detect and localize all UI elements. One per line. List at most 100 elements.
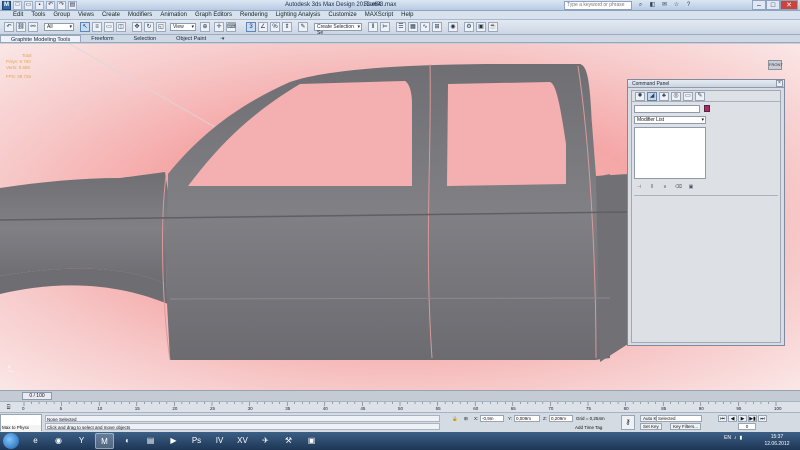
select-scale-icon[interactable]: ◱ bbox=[156, 22, 166, 32]
menu-tools[interactable]: Tools bbox=[27, 11, 49, 19]
maxscript-listener[interactable]: Max to Physx bbox=[0, 414, 42, 432]
viewcube[interactable]: FRONT bbox=[768, 60, 783, 70]
edit-named-selection-icon[interactable]: ✎ bbox=[298, 22, 308, 32]
render-setup-icon[interactable]: ⚙ bbox=[464, 22, 474, 32]
remove-modifier-icon[interactable]: ⌫ bbox=[675, 184, 682, 190]
tool-icon[interactable]: ⚒ bbox=[279, 433, 298, 449]
trackbar[interactable]: ⌸ 0 5 10 15 20 25 30 35 40 45 50 55 60 65 70 75 80 85 90 95… bbox=[0, 401, 800, 413]
add-time-tag-button[interactable]: Add Time Tag bbox=[575, 424, 602, 431]
play-icon[interactable]: ▶ bbox=[738, 415, 747, 422]
link-icon[interactable]: ⛓ bbox=[16, 22, 26, 32]
subscription-icon[interactable]: ◧ bbox=[648, 1, 657, 10]
select-move-icon[interactable]: ✥ bbox=[132, 22, 142, 32]
close-icon[interactable]: ✕ bbox=[780, 0, 798, 10]
start-button[interactable] bbox=[3, 433, 19, 449]
modifier-list-dropdown[interactable]: Modifier List bbox=[634, 116, 706, 124]
absolute-mode-icon[interactable]: ⊞ bbox=[464, 415, 468, 422]
app-menu-icon[interactable]: M bbox=[2, 1, 11, 10]
close-icon[interactable]: × bbox=[776, 80, 783, 87]
binoculars-icon[interactable]: ⌕ bbox=[636, 1, 645, 10]
named-selection-dropdown[interactable]: Create Selection Se bbox=[314, 23, 362, 36]
object-name-field[interactable] bbox=[634, 105, 700, 113]
layer-manager-icon[interactable]: ☰ bbox=[396, 22, 406, 32]
configure-sets-icon[interactable]: ▣ bbox=[688, 184, 694, 190]
communication-icon[interactable]: ✉ bbox=[660, 1, 669, 10]
help-icon[interactable]: ? bbox=[684, 1, 693, 10]
internet-explorer-icon[interactable]: e bbox=[26, 433, 45, 449]
keyboard-shortcut-icon[interactable]: ⌨ bbox=[226, 22, 236, 32]
photoshop-icon[interactable]: Ps bbox=[187, 433, 206, 449]
modifier-stack[interactable] bbox=[634, 127, 706, 179]
time-slider-thumb[interactable]: 0 / 100 bbox=[22, 392, 52, 400]
tab-graphite-modeling-tools[interactable]: Graphite Modeling Tools bbox=[0, 35, 82, 43]
pivot-center-icon[interactable]: ⊕ bbox=[200, 22, 210, 32]
select-manipulate-icon[interactable]: ✛ bbox=[214, 22, 224, 32]
spinner-snap-icon[interactable]: ⇕ bbox=[282, 22, 292, 32]
next-frame-icon[interactable]: ▶▮ bbox=[748, 415, 757, 422]
previous-frame-icon[interactable]: ◀ bbox=[728, 415, 737, 422]
display-icon[interactable]: ▭ bbox=[683, 92, 693, 101]
mirror-icon[interactable]: ⫴ bbox=[368, 22, 378, 32]
project-folder-icon[interactable]: ▤ bbox=[68, 1, 77, 10]
y-coordinate-field[interactable]: 0,009m bbox=[514, 415, 540, 422]
window-crossing-icon[interactable]: ◫ bbox=[116, 22, 126, 32]
lock-selection-icon[interactable]: 🔒 bbox=[452, 415, 458, 422]
key-filters-button[interactable]: Key Filters... bbox=[670, 423, 702, 430]
airplane-icon[interactable]: ✈ bbox=[256, 433, 275, 449]
menu-graph-editors[interactable]: Graph Editors bbox=[191, 11, 236, 19]
app-icon[interactable]: ▣ bbox=[302, 433, 321, 449]
schematic-view-icon[interactable]: ⊞ bbox=[432, 22, 442, 32]
media-icon[interactable]: ◐ bbox=[118, 433, 137, 449]
go-to-end-icon[interactable]: ⏭ bbox=[758, 415, 767, 422]
search-input[interactable]: Type a keyword or phrase bbox=[564, 1, 632, 10]
game2-icon[interactable]: XV bbox=[233, 433, 252, 449]
3ds-max-icon[interactable]: M bbox=[95, 433, 114, 449]
select-by-name-icon[interactable]: ≡ bbox=[92, 22, 102, 32]
show-end-result-icon[interactable]: ‖ bbox=[649, 184, 655, 190]
minimize-icon[interactable]: – bbox=[752, 0, 766, 10]
undo-scene-icon[interactable]: ↶ bbox=[4, 22, 14, 32]
hierarchy-icon[interactable]: ♣ bbox=[659, 92, 669, 101]
media-player-icon[interactable]: ▶ bbox=[164, 433, 183, 449]
open-icon[interactable]: ▭ bbox=[24, 1, 33, 10]
pin-stack-icon[interactable]: ⊣ bbox=[636, 184, 642, 190]
redo-icon[interactable]: ↷ bbox=[57, 1, 66, 10]
curve-editor-icon[interactable]: ∿ bbox=[420, 22, 430, 32]
current-frame-field[interactable]: 0 bbox=[738, 423, 756, 430]
rendered-frame-icon[interactable]: ▣ bbox=[476, 22, 486, 32]
material-editor-icon[interactable]: ◉ bbox=[448, 22, 458, 32]
object-color-swatch[interactable] bbox=[704, 105, 710, 112]
time-slider[interactable]: 0 / 100 bbox=[0, 390, 800, 401]
menu-help[interactable]: Help bbox=[397, 11, 417, 19]
select-object-icon[interactable]: ↖ bbox=[80, 22, 90, 32]
graphite-toggle-icon[interactable]: ▦ bbox=[408, 22, 418, 32]
undo-icon[interactable]: ↶ bbox=[46, 1, 55, 10]
utilities-icon[interactable]: ✎ bbox=[695, 92, 705, 101]
rectangular-selection-icon[interactable]: ▭ bbox=[104, 22, 114, 32]
align-icon[interactable]: ⊨ bbox=[380, 22, 390, 32]
motion-icon[interactable]: ◎ bbox=[671, 92, 681, 101]
ribbon-minimize-toggle[interactable]: ◦▾ bbox=[216, 35, 228, 42]
menu-group[interactable]: Group bbox=[49, 11, 74, 19]
percent-snap-icon[interactable]: % bbox=[270, 22, 280, 32]
select-rotate-icon[interactable]: ↻ bbox=[144, 22, 154, 32]
create-icon[interactable]: ✹ bbox=[635, 92, 645, 101]
menu-edit[interactable]: Edit bbox=[9, 11, 27, 19]
render-production-icon[interactable]: ☕ bbox=[488, 22, 498, 32]
modify-icon[interactable]: ◢ bbox=[647, 92, 657, 101]
reference-coord-dropdown[interactable]: View bbox=[170, 23, 196, 31]
maximize-icon[interactable]: □ bbox=[766, 0, 780, 10]
angle-snap-icon[interactable]: ∠ bbox=[258, 22, 268, 32]
game-icon[interactable]: IV bbox=[210, 433, 229, 449]
z-coordinate-field[interactable]: 0,209m bbox=[549, 415, 573, 422]
network-icon[interactable]: ▮ bbox=[739, 435, 742, 441]
chrome-icon[interactable]: ◉ bbox=[49, 433, 68, 449]
set-key-button[interactable]: Set Key bbox=[640, 423, 662, 430]
go-to-start-icon[interactable]: ⏮ bbox=[718, 415, 727, 422]
selection-filter-dropdown[interactable]: All bbox=[44, 23, 74, 31]
tab-freeform[interactable]: Freeform bbox=[81, 35, 123, 42]
explorer-icon[interactable]: ▤ bbox=[141, 433, 160, 449]
clock[interactable]: 15:37 12.06.2012 bbox=[760, 434, 794, 448]
language-indicator[interactable]: EN bbox=[724, 435, 731, 441]
snaps-toggle-icon[interactable]: 3 bbox=[246, 22, 256, 32]
